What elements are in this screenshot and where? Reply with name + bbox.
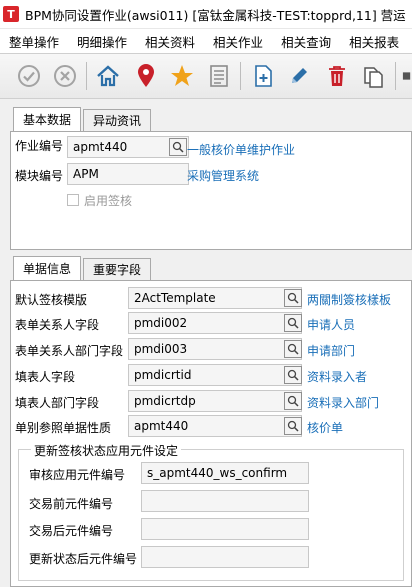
bottom-tab-strip: 单据信息 重要字段 [13, 256, 153, 280]
doc-row-label: 表单关系人字段 [15, 318, 100, 332]
doc-row-field[interactable]: pmdi002 [128, 312, 302, 334]
doc-info-panel: 默认签核模版 2ActTemplate 两關制簽核樣板 表单关系人字段 pmdi… [10, 280, 412, 587]
more-icon[interactable] [402, 62, 412, 90]
job-no-label: 作业编号 [15, 139, 64, 153]
doc-row-label: 填表人部门字段 [15, 396, 100, 410]
doc-row-field[interactable]: pmdicrtdp [128, 390, 302, 412]
enable-sign-checkbox[interactable] [67, 194, 79, 206]
doc-row-value: 2ActTemplate [134, 291, 216, 305]
home-icon[interactable] [94, 62, 122, 90]
doc-row-value: pmdi002 [134, 316, 188, 330]
doc-row-value: pmdi003 [134, 342, 188, 356]
toolbar-separator [395, 62, 396, 90]
basic-data-panel: 作业编号 apmt440 一般核价单维护作业 模块编号 APM 采购管理系统 启… [10, 131, 412, 250]
update-component-group: 更新签核状态应用元件设定 审核应用元件编号 s_apmt440_ws_confi… [18, 442, 404, 581]
module-link[interactable]: 采购管理系统 [187, 167, 259, 184]
tab-key-fields[interactable]: 重要字段 [83, 258, 152, 280]
doc-row-link[interactable]: 核价单 [307, 419, 343, 436]
job-no-row: 作业编号 [15, 137, 63, 154]
menu-related-reports[interactable]: 相关报表 [340, 32, 408, 51]
doc-row-link[interactable]: 两關制簽核樣板 [307, 291, 391, 308]
group-row-field[interactable]: s_apmt440_ws_confirm [141, 462, 309, 484]
menu-related-more[interactable]: 相关 [408, 32, 412, 51]
top-tab-strip: 基本数据 异动资讯 [13, 107, 153, 131]
toolbar [0, 53, 412, 99]
delete-icon[interactable] [323, 62, 351, 90]
job-no-value: apmt440 [73, 140, 128, 154]
doc-row-field[interactable]: apmt440 [128, 415, 302, 437]
group-row-field[interactable] [141, 490, 309, 512]
tab-change-info[interactable]: 异动资讯 [83, 109, 152, 131]
menu-bar: 整单操作 明细操作 相关资料 相关作业 相关查询 相关报表 相关 [0, 28, 412, 53]
search-icon[interactable] [284, 340, 302, 358]
doc-row-link[interactable]: 资料录入者 [307, 368, 367, 385]
doc-row-label: 单别参照单据性质 [15, 421, 112, 435]
search-icon[interactable] [284, 417, 302, 435]
group-row-label: 交易后元件编号 [29, 524, 114, 538]
window-title: BPM协同设置作业(awsi011) [富钛金属科技-TEST:topprd,1… [25, 7, 406, 23]
doc-row-label: 填表人字段 [15, 370, 76, 384]
job-no-lookup-icon[interactable] [169, 138, 187, 156]
tab-basic-data[interactable]: 基本数据 [13, 107, 82, 131]
enable-sign-label: 启用签核 [84, 194, 133, 208]
add-icon[interactable] [249, 62, 277, 90]
group-row-value: s_apmt440_ws_confirm [147, 466, 288, 480]
doc-row-value: pmdicrtid [134, 368, 192, 382]
list-icon[interactable] [205, 62, 233, 90]
app-logo-icon: T [3, 6, 19, 22]
confirm-icon[interactable] [15, 62, 43, 90]
star-icon[interactable] [168, 62, 196, 90]
group-row-label: 交易前元件编号 [29, 497, 114, 511]
menu-detail[interactable]: 明细操作 [68, 32, 136, 51]
module-field[interactable]: APM [67, 163, 189, 185]
doc-row-link[interactable]: 申请人员 [307, 316, 355, 333]
cancel-icon[interactable] [51, 62, 79, 90]
module-value: APM [73, 167, 99, 181]
group-row-field[interactable] [141, 546, 309, 568]
doc-row-field[interactable]: 2ActTemplate [128, 287, 302, 309]
module-label: 模块编号 [15, 169, 64, 183]
search-icon[interactable] [284, 366, 302, 384]
menu-related-query[interactable]: 相关查询 [272, 32, 340, 51]
toolbar-separator [240, 62, 241, 90]
search-icon[interactable] [284, 314, 302, 332]
doc-row-field[interactable]: pmdicrtid [128, 364, 302, 386]
copy-icon[interactable] [359, 62, 387, 90]
title-bar: T BPM协同设置作业(awsi011) [富钛金属科技-TEST:topprd… [0, 0, 412, 28]
job-no-link[interactable]: 一般核价单维护作业 [187, 141, 295, 158]
doc-row-link[interactable]: 资料录入部门 [307, 394, 379, 411]
menu-related-data[interactable]: 相关资料 [136, 32, 204, 51]
menu-whole-doc[interactable]: 整单操作 [0, 32, 68, 51]
doc-row-value: pmdicrtdp [134, 394, 196, 408]
tab-doc-info[interactable]: 单据信息 [13, 256, 82, 280]
toolbar-separator [86, 62, 87, 90]
doc-row-value: apmt440 [134, 419, 189, 433]
search-icon[interactable] [284, 392, 302, 410]
group-title: 更新签核状态应用元件设定 [31, 442, 182, 459]
location-pin-icon[interactable] [132, 62, 160, 90]
search-icon[interactable] [284, 289, 302, 307]
doc-row-field[interactable]: pmdi003 [128, 338, 302, 360]
doc-row-label: 表单关系人部门字段 [15, 344, 124, 358]
menu-related-jobs[interactable]: 相关作业 [204, 32, 272, 51]
doc-row-link[interactable]: 申请部门 [307, 342, 355, 359]
group-row-field[interactable] [141, 518, 309, 540]
group-row-label: 更新状态后元件编号 [29, 552, 138, 566]
edit-icon[interactable] [285, 62, 313, 90]
group-row-label: 审核应用元件编号 [29, 468, 126, 482]
doc-row-label: 默认签核模版 [15, 293, 88, 307]
